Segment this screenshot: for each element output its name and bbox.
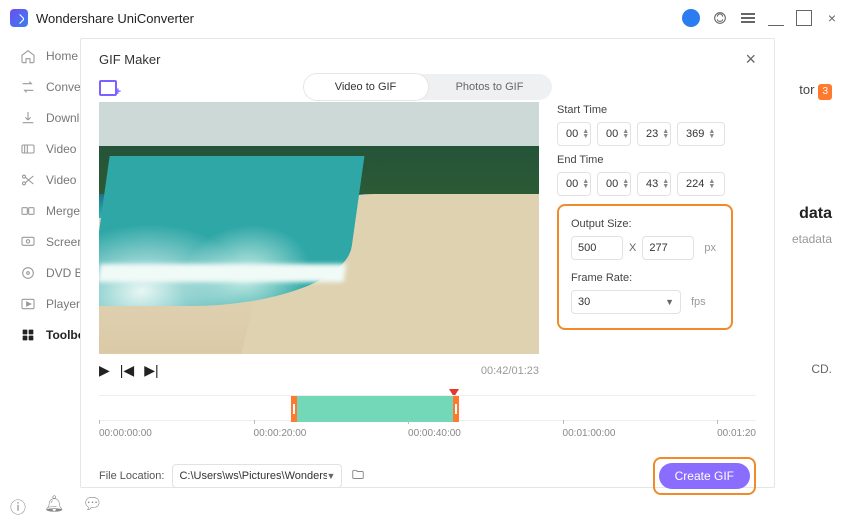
sidebar-item-label: Player	[46, 297, 80, 311]
start-ms-stepper[interactable]: 369▲▼	[677, 122, 725, 146]
sidebar-item-label: Merger	[46, 204, 84, 218]
toolbox-icon	[20, 327, 36, 343]
create-gif-button[interactable]: Create GIF	[659, 463, 750, 489]
modal-title: GIF Maker	[99, 52, 160, 67]
px-unit: px	[704, 242, 716, 254]
start-time-label: Start Time	[557, 104, 756, 116]
output-params-box: Output Size: X px Frame Rate: 30▼ fps	[557, 204, 733, 330]
title-bar: Wondershare UniConverter ×	[0, 0, 850, 36]
output-size-label: Output Size:	[571, 218, 719, 230]
frame-rate-select[interactable]: 30▼	[571, 290, 681, 314]
user-avatar-icon[interactable]	[682, 9, 700, 27]
app-logo-icon	[10, 9, 28, 27]
support-icon[interactable]	[712, 10, 728, 26]
output-width-input[interactable]	[571, 236, 623, 260]
dimension-separator: X	[629, 242, 636, 254]
tick-label: 00:00:00:00	[99, 428, 152, 439]
start-minutes-stepper[interactable]: 00▲▼	[597, 122, 631, 146]
help-icon[interactable]: ⓘ	[10, 494, 26, 518]
background-panel: tor3 data etadata CD.	[792, 80, 832, 379]
feedback-icon[interactable]: 💬︎	[82, 494, 102, 518]
timeline[interactable]: 00:00:00:00 00:00:20:00 00:00:40:00 00:0…	[99, 395, 756, 439]
notifications-icon[interactable]: 🔔︎	[44, 494, 64, 518]
window-minimize-button[interactable]	[768, 10, 784, 26]
create-gif-highlight: Create GIF	[653, 457, 756, 495]
add-video-icon[interactable]	[99, 78, 119, 96]
end-ms-stepper[interactable]: 224▲▼	[677, 172, 725, 196]
recorder-icon	[20, 234, 36, 250]
open-folder-button[interactable]	[350, 468, 366, 485]
gif-maker-modal: GIF Maker × Video to GIF Photos to GIF ▶…	[80, 38, 775, 488]
modal-close-button[interactable]: ×	[745, 49, 756, 70]
converter-icon	[20, 79, 36, 95]
start-seconds-stepper[interactable]: 23▲▼	[637, 122, 671, 146]
bottom-bar: ⓘ 🔔︎ 💬︎	[10, 494, 103, 518]
window-maximize-button[interactable]	[796, 10, 812, 26]
sidebar-item-label: Home	[46, 49, 78, 63]
prev-frame-button[interactable]: |◀	[120, 362, 134, 379]
menu-icon[interactable]	[740, 10, 756, 26]
disc-icon	[20, 265, 36, 281]
scissors-icon	[20, 172, 36, 188]
timeline-track[interactable]	[99, 395, 756, 421]
chevron-down-icon: ▼	[327, 471, 336, 481]
output-height-input[interactable]	[642, 236, 694, 260]
time-readout: 00:42/01:23	[481, 365, 539, 377]
next-frame-button[interactable]: ▶|	[144, 362, 158, 379]
play-button[interactable]: ▶	[99, 362, 110, 379]
start-hours-stepper[interactable]: 00▲▼	[557, 122, 591, 146]
mode-segmented-control: Video to GIF Photos to GIF	[304, 74, 552, 100]
tick-label: 00:01:20	[717, 428, 756, 439]
tab-video-to-gif[interactable]: Video to GIF	[304, 74, 428, 100]
end-time-label: End Time	[557, 154, 756, 166]
file-location-select[interactable]: C:\Users\ws\Pictures\Wonders▼	[172, 464, 342, 488]
tab-photos-to-gif[interactable]: Photos to GIF	[428, 74, 552, 100]
window-close-button[interactable]: ×	[824, 10, 840, 26]
end-seconds-stepper[interactable]: 43▲▼	[637, 172, 671, 196]
compressor-icon	[20, 141, 36, 157]
frame-rate-label: Frame Rate:	[571, 272, 719, 284]
range-end-handle[interactable]	[453, 396, 459, 422]
file-location-label: File Location:	[99, 470, 164, 482]
fps-unit: fps	[691, 296, 706, 308]
play-icon	[20, 296, 36, 312]
chevron-down-icon: ▼	[665, 297, 674, 307]
range-start-handle[interactable]	[291, 396, 297, 422]
merger-icon	[20, 203, 36, 219]
download-icon	[20, 110, 36, 126]
tick-label: 00:01:00:00	[563, 428, 616, 439]
end-minutes-stepper[interactable]: 00▲▼	[597, 172, 631, 196]
tick-label: 00:00:20:00	[254, 428, 307, 439]
home-icon	[20, 48, 36, 64]
selection-range[interactable]	[295, 396, 455, 422]
video-preview	[99, 102, 539, 354]
app-title: Wondershare UniConverter	[36, 11, 194, 26]
tick-label: 00:00:40:00	[408, 428, 461, 439]
end-hours-stepper[interactable]: 00▲▼	[557, 172, 591, 196]
